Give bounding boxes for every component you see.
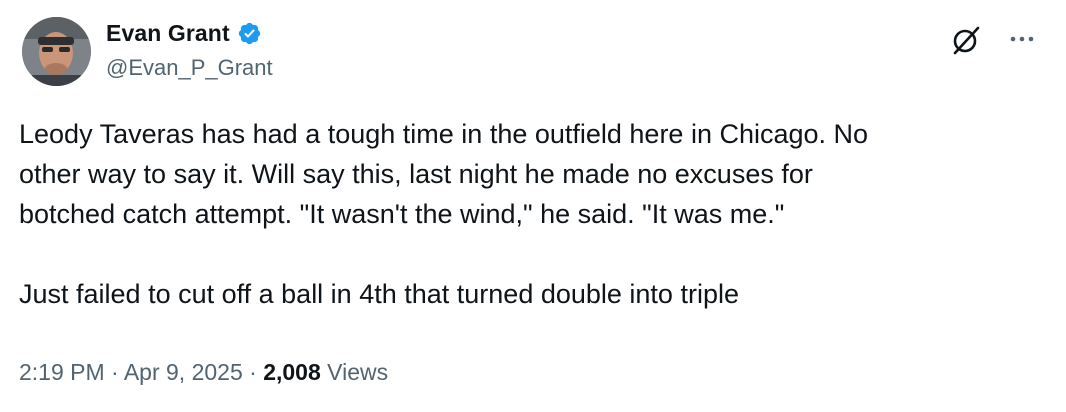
meta-separator: · bbox=[242, 359, 264, 385]
more-options-icon[interactable] bbox=[1006, 26, 1038, 52]
display-name[interactable]: Evan Grant bbox=[106, 20, 230, 47]
tweet-time[interactable]: 2:19 PM bbox=[19, 359, 105, 385]
grok-icon[interactable] bbox=[950, 24, 982, 56]
meta-separator: · bbox=[104, 359, 124, 385]
tweet-meta: 2:19 PM · Apr 9, 2025 · 2,008 Views bbox=[19, 359, 388, 386]
tweet-date[interactable]: Apr 9, 2025 bbox=[124, 359, 243, 385]
tweet-text: Leody Taveras has had a tough time in th… bbox=[19, 119, 869, 309]
views-label: Views bbox=[320, 359, 389, 385]
tweet-card: Evan Grant @Evan_P_Grant Leody Taveras h… bbox=[0, 0, 1066, 412]
avatar-image bbox=[22, 17, 91, 86]
author-handle[interactable]: @Evan_P_Grant bbox=[106, 55, 273, 81]
author-name-row: Evan Grant bbox=[106, 18, 262, 48]
avatar[interactable] bbox=[22, 17, 91, 86]
views-count: 2,008 bbox=[263, 359, 321, 385]
verified-badge-icon bbox=[237, 21, 262, 46]
